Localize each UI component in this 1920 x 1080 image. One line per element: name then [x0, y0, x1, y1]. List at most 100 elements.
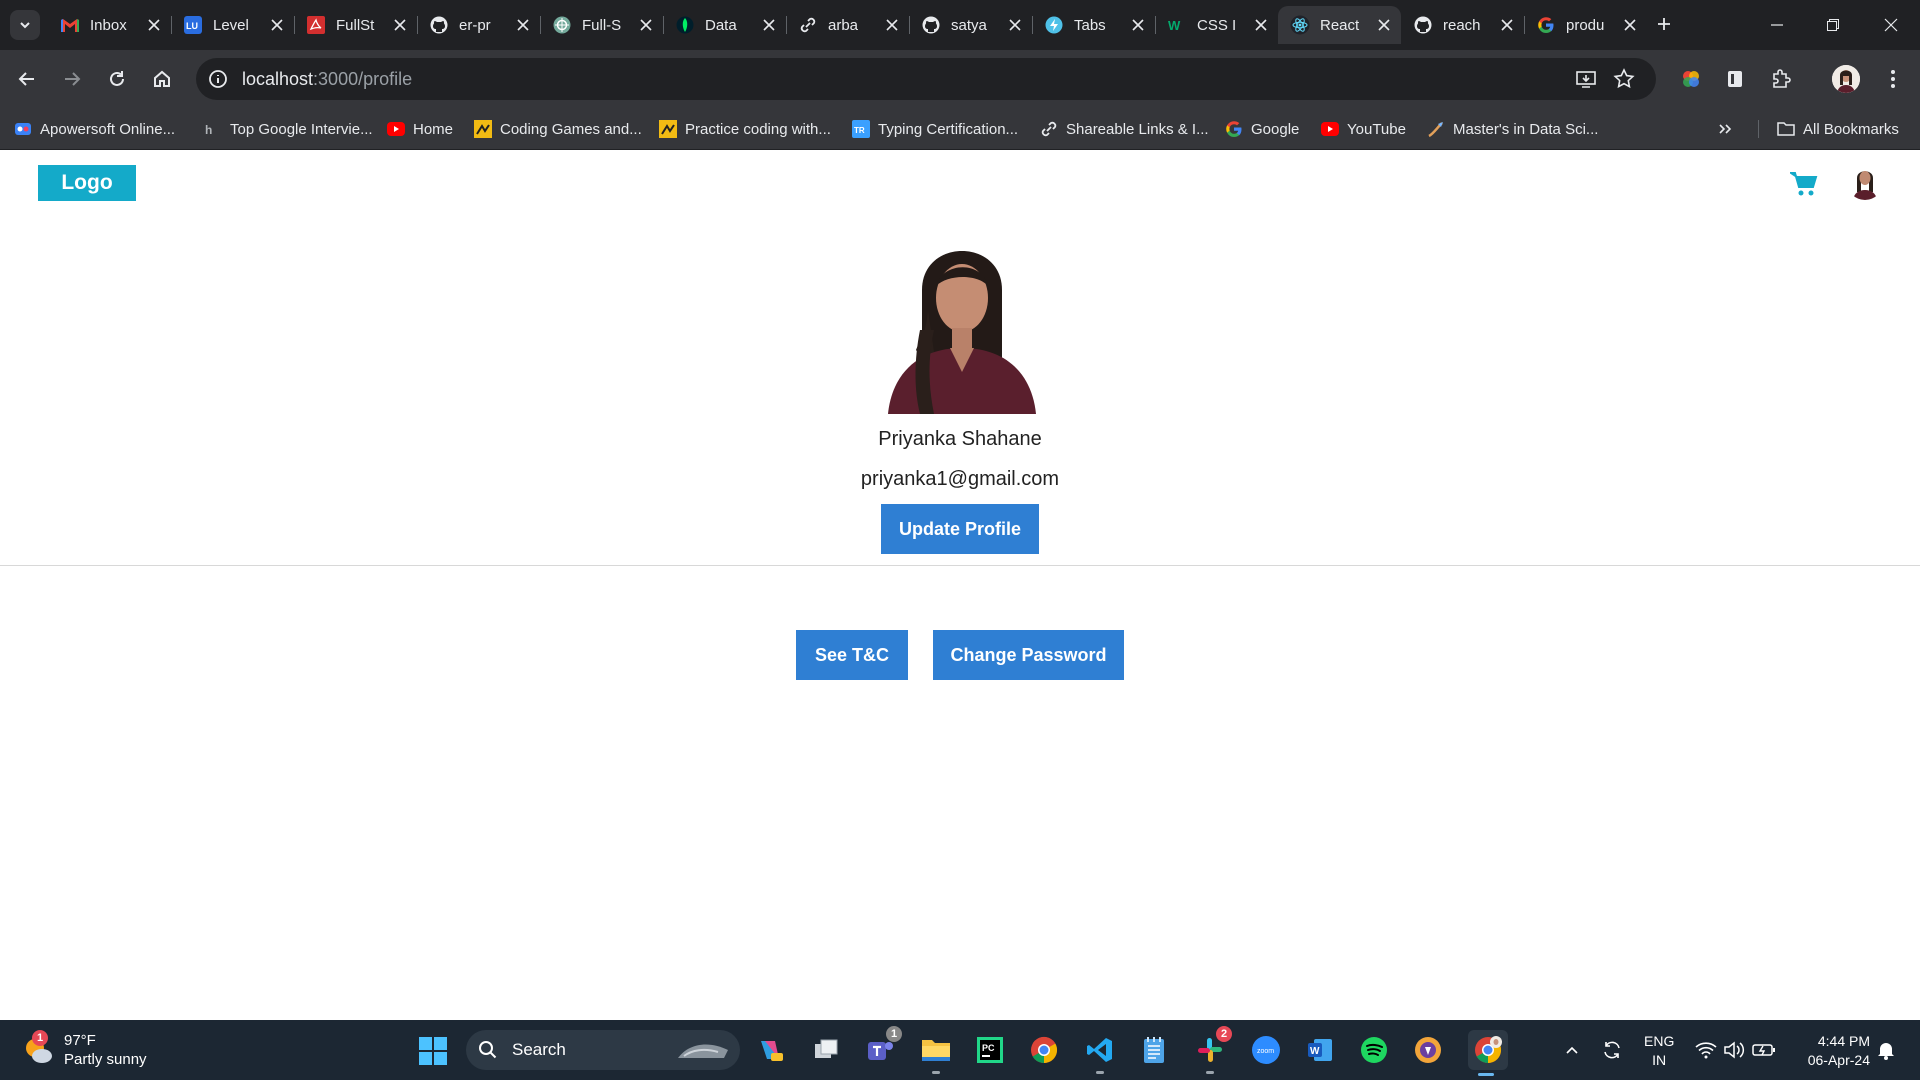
- bookmark-item[interactable]: Master's in Data Sci...: [1427, 116, 1598, 142]
- w3-icon: W: [1167, 15, 1187, 35]
- forward-button[interactable]: [57, 64, 87, 94]
- chrome-app-icon[interactable]: [1026, 1032, 1062, 1068]
- svg-text:zoom: zoom: [1257, 1048, 1274, 1055]
- browser-tab[interactable]: Full-S: [540, 6, 663, 44]
- browser-tab[interactable]: LU Level: [171, 6, 294, 44]
- bookmark-item[interactable]: Practice coding with...: [659, 116, 831, 142]
- all-bookmarks-button[interactable]: All Bookmarks: [1777, 116, 1899, 142]
- system-clock[interactable]: 4:44 PM 06-Apr-24: [1790, 1032, 1870, 1070]
- bookmark-item[interactable]: Home: [387, 116, 453, 142]
- tab-close-icon[interactable]: [1621, 16, 1639, 34]
- notepad-app-icon[interactable]: [1136, 1032, 1172, 1068]
- bolt-icon: [1044, 15, 1064, 35]
- file-explorer-icon[interactable]: [918, 1032, 954, 1074]
- tab-search-button[interactable]: [10, 10, 40, 40]
- vpn-app-icon[interactable]: [1410, 1032, 1446, 1068]
- site-logo[interactable]: Logo: [38, 165, 136, 201]
- tab-title: arba: [828, 16, 859, 34]
- menu-kebab-icon[interactable]: [1878, 64, 1908, 94]
- browser-tab[interactable]: arba: [786, 6, 909, 44]
- browser-tab[interactable]: reach: [1401, 6, 1524, 44]
- bookmark-item[interactable]: Google: [1225, 116, 1299, 142]
- battery-icon[interactable]: [1752, 1038, 1776, 1062]
- wifi-icon[interactable]: [1694, 1038, 1718, 1062]
- extensions-puzzle-icon[interactable]: [1766, 64, 1796, 94]
- notification-bell-icon[interactable]: [1874, 1038, 1898, 1062]
- chrome-profile-app-icon[interactable]: [1468, 1030, 1508, 1076]
- windows-taskbar: 1 97°F Partly sunny Search 1 PC 2 zoom W…: [0, 1020, 1920, 1080]
- install-app-icon[interactable]: [1574, 67, 1598, 91]
- teams-app-icon[interactable]: 1: [862, 1026, 902, 1068]
- tab-close-icon[interactable]: [1129, 16, 1147, 34]
- bookmark-star-icon[interactable]: [1612, 67, 1636, 91]
- browser-tab[interactable]: produ: [1524, 6, 1647, 44]
- browser-tab[interactable]: W CSS I: [1155, 6, 1278, 44]
- extension-colorful-icon[interactable]: [1676, 64, 1706, 94]
- bookmark-item[interactable]: h Top Google Intervie...: [204, 116, 373, 142]
- back-button[interactable]: [12, 64, 42, 94]
- tab-close-icon[interactable]: [1006, 16, 1024, 34]
- browser-tab[interactable]: React: [1278, 6, 1401, 44]
- tab-close-icon[interactable]: [883, 16, 901, 34]
- tab-close-icon[interactable]: [760, 16, 778, 34]
- minimize-icon: [1771, 24, 1783, 26]
- zoom-app-icon[interactable]: zoom: [1248, 1032, 1284, 1068]
- pycharm-app-icon[interactable]: PC: [972, 1032, 1008, 1068]
- vscode-app-icon[interactable]: [1082, 1032, 1118, 1074]
- tray-overflow-icon[interactable]: [1560, 1038, 1584, 1062]
- cart-icon[interactable]: [1787, 170, 1818, 198]
- word-app-icon[interactable]: W: [1302, 1032, 1338, 1068]
- extension-notes-icon[interactable]: [1720, 64, 1750, 94]
- bookmarks-overflow-button[interactable]: [1718, 116, 1732, 142]
- bookmark-item[interactable]: YouTube: [1321, 116, 1406, 142]
- minimize-button[interactable]: [1762, 10, 1792, 40]
- profile-avatar-icon[interactable]: [1832, 65, 1860, 93]
- bookmark-label: YouTube: [1347, 120, 1406, 138]
- site-info-icon[interactable]: [206, 67, 230, 91]
- browser-tab[interactable]: FullSt: [294, 6, 417, 44]
- url-text[interactable]: localhost:3000/profile: [242, 69, 412, 90]
- browser-tab[interactable]: Inbox: [48, 6, 171, 44]
- address-bar[interactable]: localhost:3000/profile: [196, 58, 1656, 100]
- tab-close-icon[interactable]: [391, 16, 409, 34]
- tab-close-icon[interactable]: [268, 16, 286, 34]
- copilot-app-icon[interactable]: [752, 1032, 788, 1068]
- bookmark-item[interactable]: Apowersoft Online...: [14, 116, 175, 142]
- volume-icon[interactable]: [1722, 1038, 1746, 1062]
- close-window-button[interactable]: [1876, 10, 1906, 40]
- weather-desc: Partly sunny: [64, 1051, 147, 1068]
- double-chevron-right-icon: [1719, 124, 1732, 134]
- new-tab-button[interactable]: [1652, 12, 1676, 36]
- tab-close-icon[interactable]: [514, 16, 532, 34]
- start-button[interactable]: [418, 1036, 448, 1066]
- bookmark-label: Top Google Intervie...: [230, 120, 373, 138]
- weather-widget[interactable]: 1 97°F Partly sunny: [22, 1028, 147, 1072]
- slack-app-icon[interactable]: 2: [1192, 1026, 1232, 1074]
- bookmark-item[interactable]: Coding Games and...: [474, 116, 642, 142]
- update-profile-button[interactable]: Update Profile: [881, 504, 1039, 554]
- language-indicator[interactable]: ENG IN: [1644, 1032, 1674, 1070]
- tab-close-icon[interactable]: [1252, 16, 1270, 34]
- url-path: :3000/profile: [313, 69, 413, 89]
- spotify-app-icon[interactable]: [1356, 1032, 1392, 1068]
- sync-icon[interactable]: [1600, 1038, 1624, 1062]
- restore-button[interactable]: [1818, 10, 1848, 40]
- tab-close-icon[interactable]: [145, 16, 163, 34]
- bookmark-item[interactable]: Shareable Links & I...: [1040, 116, 1209, 142]
- browser-tab[interactable]: satya: [909, 6, 1032, 44]
- task-view-icon[interactable]: [808, 1032, 844, 1068]
- tab-close-icon[interactable]: [1498, 16, 1516, 34]
- browser-tab[interactable]: er-pr: [417, 6, 540, 44]
- browser-tab[interactable]: Data: [663, 6, 786, 44]
- tab-close-icon[interactable]: [637, 16, 655, 34]
- bookmark-item[interactable]: TR Typing Certification...: [852, 116, 1018, 142]
- taskbar-search[interactable]: Search: [466, 1030, 740, 1070]
- home-button[interactable]: [147, 64, 177, 94]
- change-password-button[interactable]: Change Password: [933, 630, 1124, 680]
- browser-tab[interactable]: Tabs: [1032, 6, 1155, 44]
- see-terms-button[interactable]: See T&C: [796, 630, 908, 680]
- user-avatar[interactable]: [1847, 164, 1883, 200]
- home-icon: [154, 70, 170, 87]
- tab-close-icon[interactable]: [1375, 16, 1393, 34]
- reload-button[interactable]: [102, 64, 132, 94]
